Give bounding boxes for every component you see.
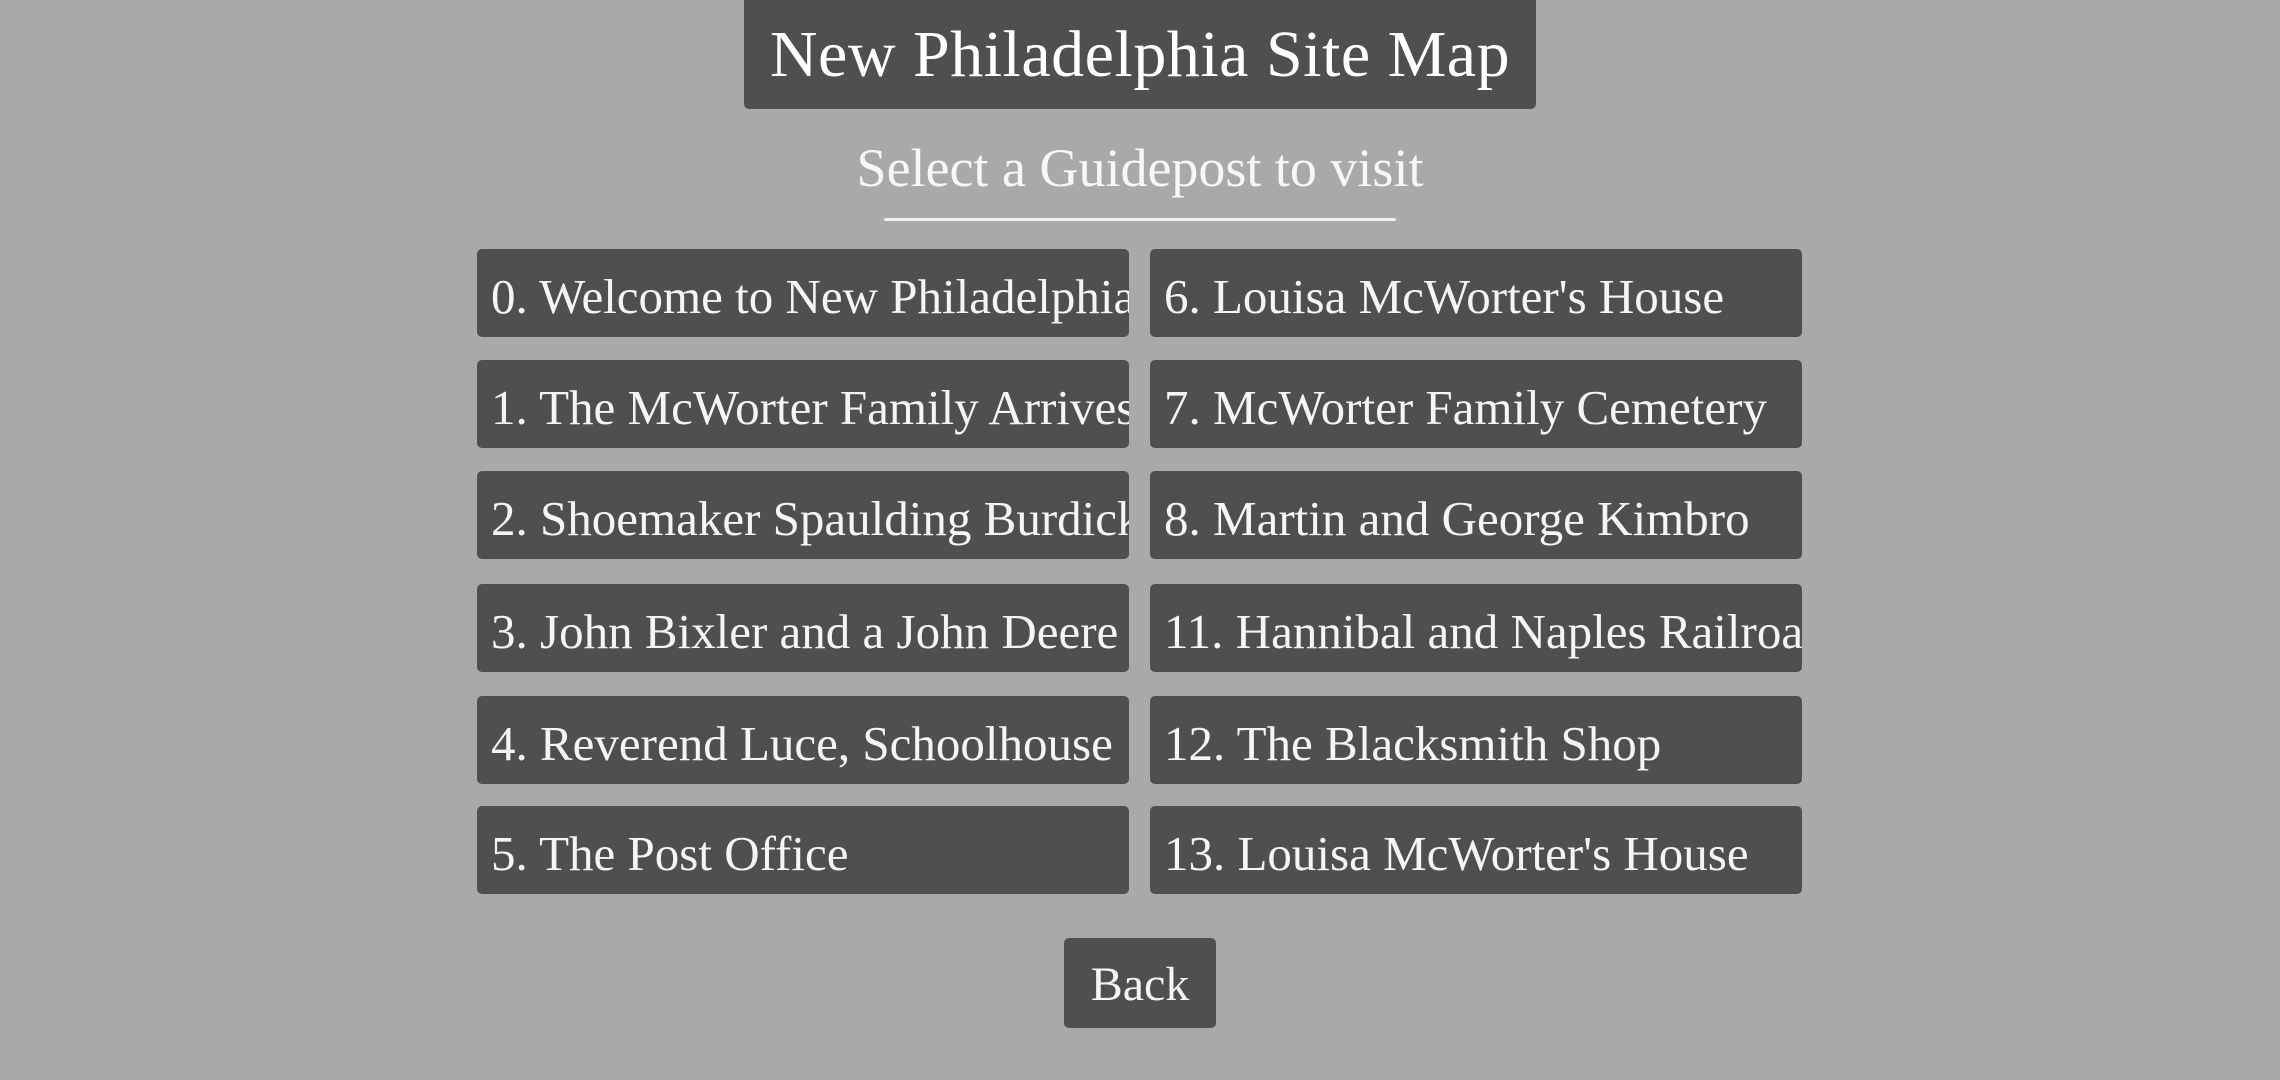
- guidepost-button-8[interactable]: 8. Martin and George Kimbro: [1150, 471, 1802, 559]
- guidepost-button-2[interactable]: 2. Shoemaker Spaulding Burdick: [477, 471, 1129, 559]
- guidepost-label: 2. Shoemaker Spaulding Burdick: [491, 490, 1129, 546]
- guidepost-button-4[interactable]: 4. Reverend Luce, Schoolhouse: [477, 696, 1129, 784]
- guidepost-label: 11. Hannibal and Naples Railroad: [1164, 603, 1802, 659]
- guidepost-label: 5. The Post Office: [491, 825, 849, 881]
- back-button-label: Back: [1090, 958, 1190, 1011]
- subtitle-divider: [884, 218, 1396, 221]
- guidepost-button-6[interactable]: 6. Louisa McWorter's House: [1150, 249, 1802, 337]
- guidepost-label: 12. The Blacksmith Shop: [1164, 715, 1662, 771]
- guidepost-label: 6. Louisa McWorter's House: [1164, 268, 1725, 324]
- guidepost-label: 7. McWorter Family Cemetery: [1164, 379, 1767, 435]
- guidepost-label: 1. The McWorter Family Arrives: [491, 379, 1129, 435]
- guidepost-button-7[interactable]: 7. McWorter Family Cemetery: [1150, 360, 1802, 448]
- guidepost-button-1[interactable]: 1. The McWorter Family Arrives: [477, 360, 1129, 448]
- guidepost-button-0[interactable]: 0. Welcome to New Philadelphia: [477, 249, 1129, 337]
- guidepost-button-13[interactable]: 13. Louisa McWorter's House: [1150, 806, 1802, 894]
- guidepost-button-5[interactable]: 5. The Post Office: [477, 806, 1129, 894]
- guidepost-button-3[interactable]: 3. John Bixler and a John Deere: [477, 584, 1129, 672]
- guidepost-label: 8. Martin and George Kimbro: [1164, 490, 1750, 546]
- guidepost-label: 13. Louisa McWorter's House: [1164, 825, 1749, 881]
- page-subtitle: Select a Guidepost to visit: [856, 138, 1424, 198]
- guidepost-button-12[interactable]: 12. The Blacksmith Shop: [1150, 696, 1802, 784]
- page-title: New Philadelphia Site Map: [769, 17, 1511, 91]
- back-button[interactable]: Back: [1064, 938, 1216, 1028]
- page-title-box: New Philadelphia Site Map: [744, 0, 1536, 109]
- guidepost-label: 0. Welcome to New Philadelphia: [491, 268, 1129, 324]
- guidepost-label: 4. Reverend Luce, Schoolhouse: [491, 715, 1113, 771]
- guidepost-label: 3. John Bixler and a John Deere: [491, 603, 1119, 659]
- guidepost-button-11[interactable]: 11. Hannibal and Naples Railroad: [1150, 584, 1802, 672]
